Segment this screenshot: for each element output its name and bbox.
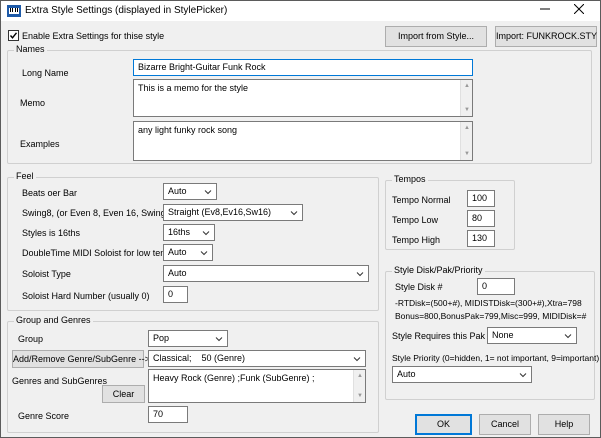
genre-score-label: Genre Score: [18, 411, 70, 421]
soloist-type-label: Soloist Type: [22, 269, 71, 279]
genre-select[interactable]: Classical; 50 (Genre): [148, 350, 366, 367]
scroll-down-icon[interactable]: ▼: [356, 392, 364, 400]
style-requires-pak-label: Style Requires this Pak: [392, 331, 486, 341]
tempo-high-label: Tempo High: [392, 235, 441, 245]
doubletime-value: Auto: [168, 247, 187, 257]
style-disk-label: Style Disk #: [395, 282, 443, 292]
enable-extra-settings-checkbox[interactable]: [8, 30, 19, 41]
examples-scrollbar[interactable]: ▲ ▼: [460, 122, 472, 160]
minimize-icon: [540, 8, 550, 10]
scroll-up-icon[interactable]: ▲: [463, 124, 471, 132]
chevron-down-icon: [519, 373, 527, 378]
help-button[interactable]: Help: [538, 414, 590, 435]
window-title: Extra Style Settings (displayed in Style…: [25, 5, 228, 16]
memo-text: This is a memo for the style: [138, 83, 249, 93]
tempo-normal-input[interactable]: 100: [467, 190, 495, 207]
chevron-down-icon: [290, 211, 298, 216]
extra-style-settings-dialog: Extra Style Settings (displayed in Style…: [0, 0, 601, 438]
examples-textarea[interactable]: any light funky rock song ▲ ▼: [133, 121, 473, 161]
style-priority-label: Style Priority (0=hidden, 1= not importa…: [392, 353, 600, 363]
app-icon: [7, 5, 21, 17]
feel-group-title: Feel: [14, 171, 36, 181]
names-group-title: Names: [14, 44, 47, 54]
style-requires-pak-value: None: [492, 330, 514, 340]
styles-16ths-label: Styles is 16ths: [22, 228, 81, 238]
beats-per-bar-select[interactable]: Auto: [163, 183, 217, 200]
tempo-low-input[interactable]: 80: [467, 210, 495, 227]
beats-per-bar-value: Auto: [168, 186, 187, 196]
style-priority-select[interactable]: Auto: [392, 366, 532, 383]
group-select[interactable]: Pop: [148, 330, 228, 347]
soloist-type-select[interactable]: Auto: [163, 265, 369, 282]
group-label: Group: [18, 334, 44, 344]
enable-extra-settings-label: Enable Extra Settings for thise style: [22, 31, 165, 41]
scroll-down-icon[interactable]: ▼: [463, 106, 471, 114]
import-from-style-button[interactable]: Import from Style...: [385, 26, 487, 47]
swing-select[interactable]: Straight (Ev8,Ev16,Sw16): [163, 204, 303, 221]
chevron-down-icon: [215, 337, 223, 342]
memo-scrollbar[interactable]: ▲ ▼: [460, 80, 472, 116]
cancel-button[interactable]: Cancel: [479, 414, 531, 435]
style-disk-input[interactable]: 0: [477, 278, 515, 295]
styles-16ths-select[interactable]: 16ths: [163, 224, 215, 241]
scroll-up-icon[interactable]: ▲: [463, 82, 471, 90]
memo-textarea[interactable]: This is a memo for the style ▲ ▼: [133, 79, 473, 117]
chevron-down-icon: [204, 190, 212, 195]
group-value: Pop: [153, 333, 170, 343]
style-disk-group-title: Style Disk/Pak/Priority: [392, 265, 485, 275]
tempos-group-title: Tempos: [392, 174, 428, 184]
close-icon: [573, 3, 585, 15]
minimize-button[interactable]: [531, 2, 559, 20]
soloist-type-value: Auto: [168, 268, 187, 278]
doubletime-label: DoubleTime MIDI Soloist for low tempos: [22, 248, 183, 258]
disk-info-line-2: Bonus=800,BonusPak=799,Misc=999, MIDIDis…: [395, 311, 587, 321]
title-bar[interactable]: Extra Style Settings (displayed in Style…: [1, 1, 600, 21]
chevron-down-icon: [353, 357, 361, 362]
soloist-hard-number-input[interactable]: 0: [163, 286, 188, 303]
scroll-up-icon[interactable]: ▲: [356, 372, 364, 380]
genres-subgenres-textarea[interactable]: Heavy Rock (Genre) ;Funk (SubGenre) ; ▲ …: [148, 369, 366, 403]
chevron-down-icon: [356, 272, 364, 277]
chevron-down-icon: [564, 334, 572, 339]
tempo-high-input[interactable]: 130: [467, 230, 495, 247]
styles-16ths-value: 16ths: [168, 227, 191, 237]
examples-text: any light funky rock song: [138, 125, 238, 135]
doubletime-select[interactable]: Auto: [163, 244, 213, 261]
chevron-down-icon: [202, 231, 210, 236]
examples-label: Examples: [20, 139, 60, 149]
soloist-hard-number-label: Soloist Hard Number (usually 0): [22, 291, 150, 301]
checkmark-icon: [9, 32, 18, 39]
clear-genres-button[interactable]: Clear: [102, 385, 145, 403]
long-name-label: Long Name: [22, 68, 69, 78]
swing-value: Straight (Ev8,Ev16,Sw16): [168, 207, 272, 217]
beats-per-bar-label: Beats oer Bar: [22, 188, 78, 198]
group-and-genres-title: Group and Genres: [14, 315, 93, 325]
genre-select-value: Classical; 50 (Genre): [153, 353, 246, 363]
close-button[interactable]: [565, 2, 593, 20]
genres-scrollbar[interactable]: ▲ ▼: [353, 370, 365, 402]
style-priority-value: Auto: [397, 369, 416, 379]
tempo-normal-label: Tempo Normal: [392, 195, 451, 205]
memo-label: Memo: [20, 98, 46, 108]
add-remove-genre-button[interactable]: Add/Remove Genre/SubGenre -->: [12, 350, 150, 368]
chevron-down-icon: [200, 251, 208, 256]
genres-subgenres-label: Genres and SubGenres: [12, 376, 108, 386]
genres-subgenres-text: Heavy Rock (Genre) ;Funk (SubGenre) ;: [153, 373, 315, 383]
style-requires-pak-select[interactable]: None: [487, 327, 577, 344]
import-file-button[interactable]: Import: FUNKROCK.STY: [495, 26, 597, 47]
disk-info-line-1: -RTDisk=(500+#), MIDISTDisk=(300+#),Xtra…: [395, 298, 582, 308]
ok-button[interactable]: OK: [415, 414, 472, 435]
genre-score-input[interactable]: 70: [148, 406, 188, 423]
long-name-input[interactable]: Bizarre Bright-Guitar Funk Rock: [133, 59, 473, 76]
tempo-low-label: Tempo Low: [392, 215, 439, 225]
swing-label: Swing8, (or Even 8, Even 16, Swing16: [22, 208, 176, 218]
scroll-down-icon[interactable]: ▼: [463, 150, 471, 158]
